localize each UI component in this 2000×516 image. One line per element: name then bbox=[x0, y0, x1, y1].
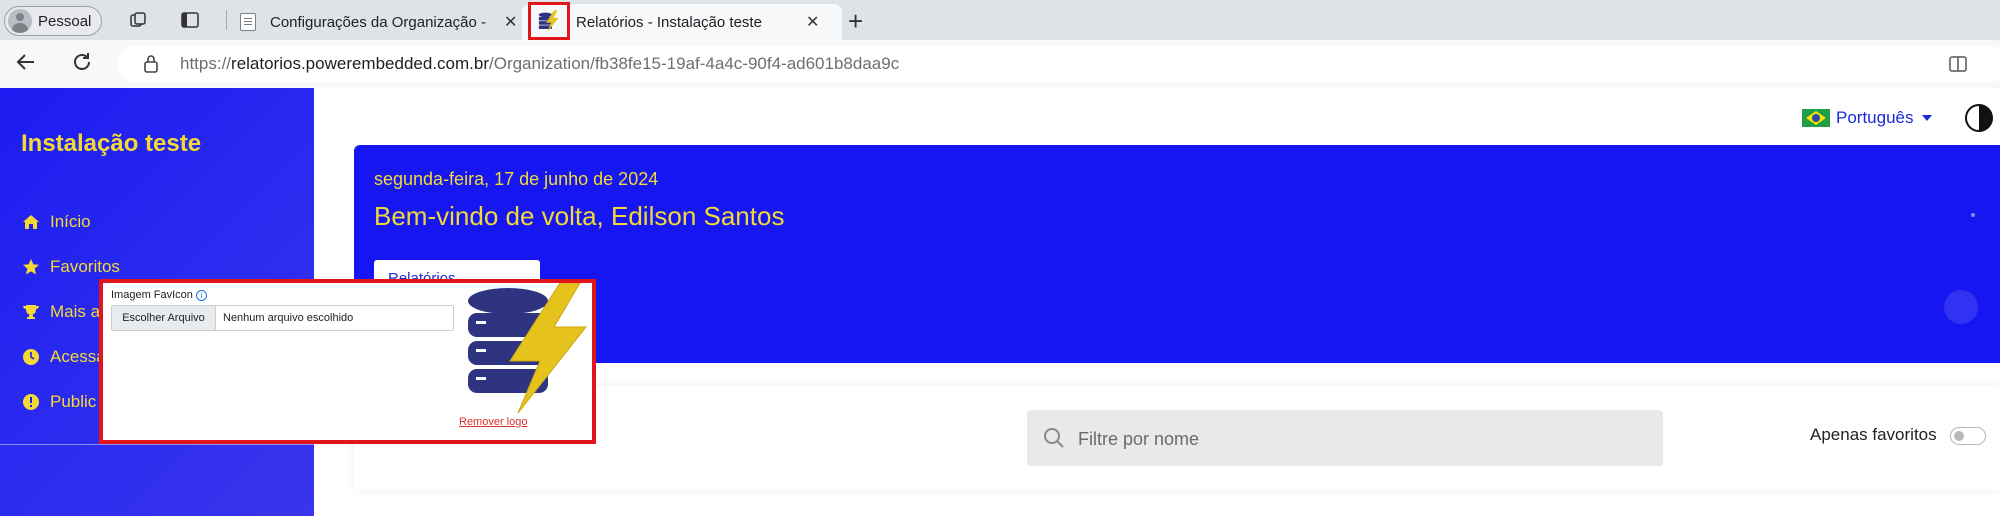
tab-title: Configurações da Organização - bbox=[270, 13, 486, 31]
highlighted-favicon bbox=[528, 2, 570, 40]
favicon-upload-callout: Imagem FavIcon i Escolher Arquivo Nenhum… bbox=[99, 279, 596, 444]
favicon-field-label: Imagem FavIcon i bbox=[111, 289, 207, 301]
welcome-banner: segunda-feira, 17 de junho de 2024 Bem-v… bbox=[354, 145, 2000, 363]
file-input[interactable]: Escolher Arquivo Nenhum arquivo escolhid… bbox=[111, 305, 454, 331]
tab-title: Relatórios - Instalação teste bbox=[576, 13, 762, 31]
caret-down-icon bbox=[1921, 115, 1932, 121]
sidebar-item-label: Acessa bbox=[50, 347, 106, 366]
address-bar: https://relatorios.powerembedded.com.br/… bbox=[0, 40, 2000, 88]
decorative-circle bbox=[1944, 290, 1978, 324]
workspaces-icon[interactable] bbox=[128, 10, 148, 30]
decorative-dot bbox=[1971, 213, 1975, 217]
current-date: segunda-feira, 17 de junho de 2024 bbox=[374, 169, 659, 189]
sidebar-item-label: Início bbox=[50, 212, 91, 231]
favicon-label-text: Imagem FavIcon bbox=[111, 289, 193, 301]
url-domain: relatorios.powerembedded.com.br bbox=[231, 54, 489, 73]
choose-file-button[interactable]: Escolher Arquivo bbox=[112, 306, 216, 330]
sidebar-item-label: Public bbox=[50, 392, 97, 411]
url-path: /Organization/fb38fe15-19af-4a4c-90f4-ad… bbox=[489, 54, 900, 73]
star-icon bbox=[23, 259, 39, 275]
sidebar-item-favorites[interactable]: Favoritos bbox=[22, 257, 120, 277]
search-input[interactable] bbox=[1078, 426, 1638, 452]
profile-label: Pessoal bbox=[38, 12, 92, 30]
sidebar-item-published[interactable]: Public bbox=[22, 392, 96, 412]
sidebar-item-home[interactable]: Início bbox=[22, 212, 91, 232]
split-screen-icon[interactable] bbox=[1948, 54, 1968, 74]
url-prefix: https:// bbox=[180, 54, 232, 73]
sidebar-item-label: Favoritos bbox=[50, 257, 120, 276]
tab-reports[interactable]: Relatórios - Instalação teste ✕ bbox=[522, 4, 842, 40]
close-tab-icon[interactable]: ✕ bbox=[504, 12, 517, 32]
alert-icon bbox=[23, 394, 39, 410]
welcome-message: Bem-vindo de volta, Edilson Santos bbox=[374, 201, 785, 231]
info-icon[interactable]: i bbox=[195, 289, 207, 301]
lock-icon[interactable] bbox=[144, 55, 158, 73]
language-selector[interactable]: Português bbox=[1802, 108, 1932, 128]
sidebar-divider bbox=[0, 444, 314, 445]
trophy-icon bbox=[23, 305, 39, 319]
tab-separator bbox=[226, 10, 227, 30]
brazil-flag-icon bbox=[1802, 109, 1830, 127]
clock-icon bbox=[23, 349, 39, 365]
favorites-only-toggle[interactable] bbox=[1950, 427, 1986, 445]
remove-logo-link[interactable]: Remover logo bbox=[459, 416, 527, 428]
avatar bbox=[8, 9, 32, 33]
file-name-text: Nenhum arquivo escolhido bbox=[223, 312, 354, 324]
database-lightning-logo-icon bbox=[468, 283, 588, 413]
brand-title: Instalação teste bbox=[21, 130, 202, 157]
back-icon[interactable] bbox=[14, 50, 38, 74]
profile-button[interactable]: Pessoal bbox=[4, 6, 102, 36]
refresh-icon[interactable] bbox=[70, 50, 94, 74]
browser-tab-bar: Pessoal Configurações da Organização - ✕… bbox=[0, 0, 2000, 40]
vertical-tabs-icon[interactable] bbox=[180, 10, 200, 30]
language-label: Português bbox=[1836, 108, 1914, 127]
contrast-toggle-icon[interactable] bbox=[1965, 104, 1993, 132]
sidebar-item-label: Mais a bbox=[50, 302, 101, 321]
sidebar-item-most-accessed[interactable]: Mais a bbox=[22, 302, 100, 322]
url-text[interactable]: https://relatorios.powerembedded.com.br/… bbox=[180, 54, 899, 74]
home-icon bbox=[23, 215, 39, 229]
close-tab-icon[interactable]: ✕ bbox=[806, 12, 819, 32]
database-lightning-icon bbox=[538, 10, 559, 32]
new-tab-button[interactable]: + bbox=[848, 6, 863, 37]
document-icon bbox=[240, 13, 256, 31]
sidebar-item-recent[interactable]: Acessa bbox=[22, 347, 106, 367]
search-icon bbox=[1044, 428, 1064, 448]
favorites-only-label: Apenas favoritos bbox=[1810, 425, 1937, 444]
tab-organization-settings[interactable]: Configurações da Organização - ✕ bbox=[240, 4, 525, 40]
